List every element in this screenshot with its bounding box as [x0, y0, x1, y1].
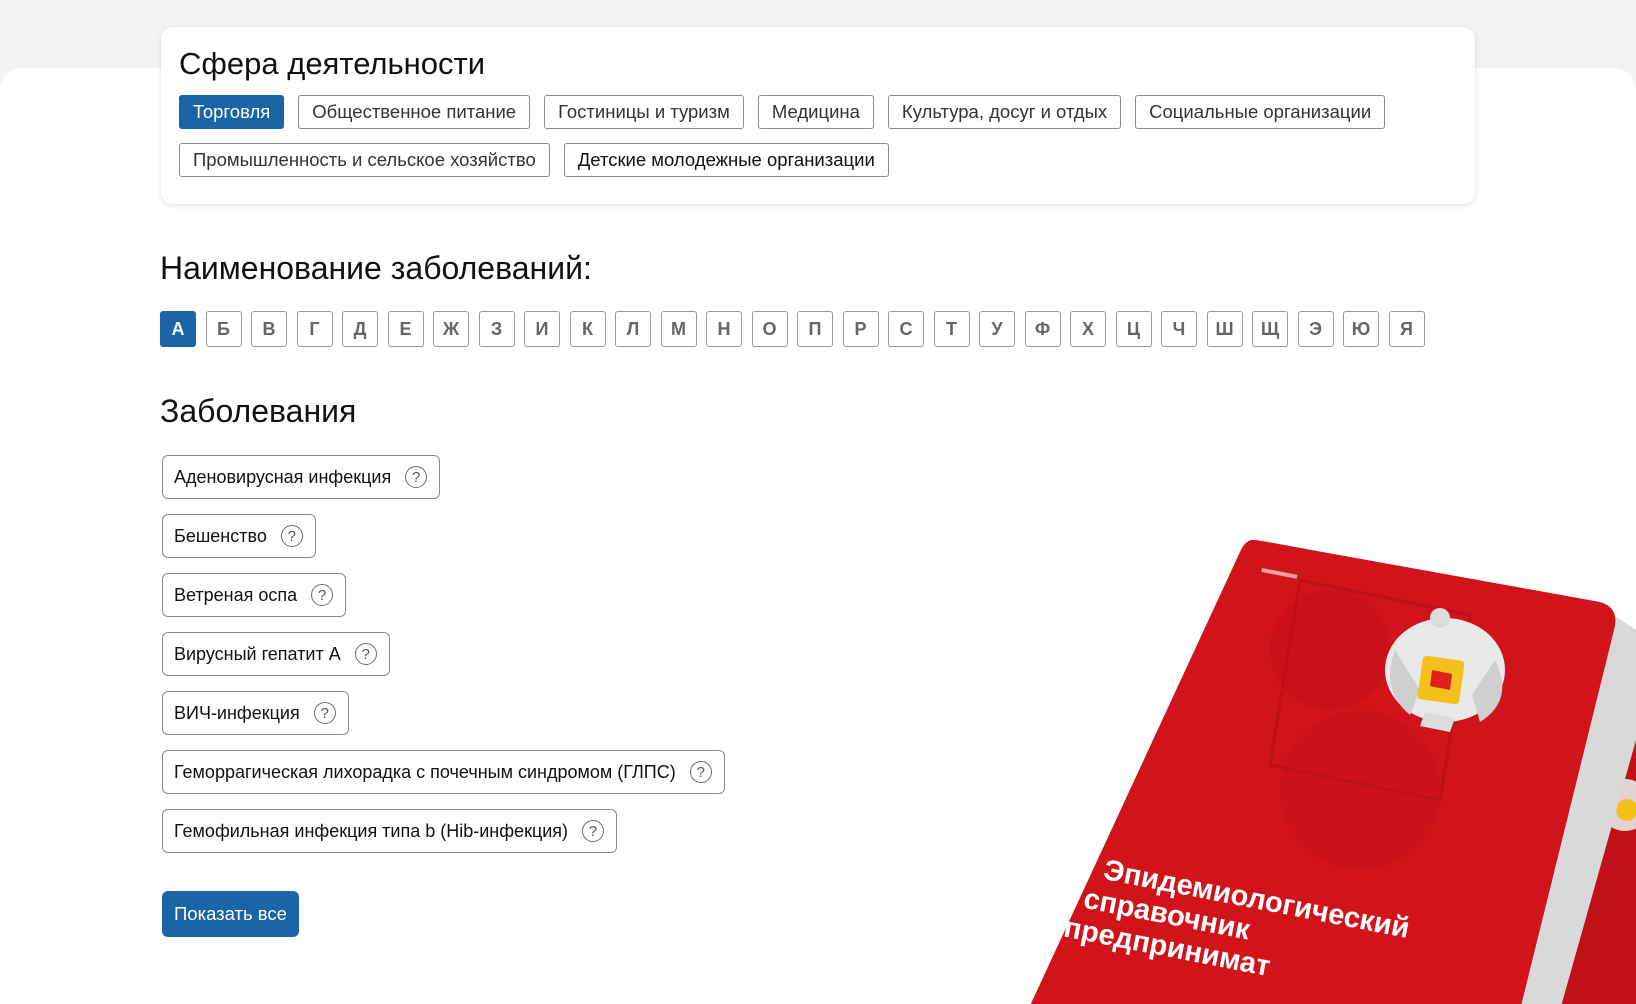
letter-filter-23[interactable]: Ч — [1161, 311, 1197, 347]
letter-filter-6[interactable]: Е — [387, 311, 424, 347]
letter-filter-22[interactable]: Ц — [1115, 311, 1152, 347]
question-circle-icon[interactable]: ? — [313, 702, 336, 724]
disease-item[interactable]: ВИЧ-инфекция? — [162, 691, 349, 735]
letter-filter-5[interactable]: Д — [342, 311, 378, 347]
disease-label: Геморрагическая лихорадка с почечным син… — [174, 761, 676, 782]
letter-filter-3[interactable]: В — [251, 311, 287, 347]
letter-filter-11[interactable]: Л — [615, 311, 651, 347]
letter-filter-21[interactable]: Х — [1070, 311, 1106, 347]
letter-filter-17[interactable]: С — [888, 311, 924, 347]
question-circle-icon[interactable]: ? — [405, 466, 428, 488]
letter-filter-16[interactable]: Р — [842, 311, 879, 347]
activity-sphere-title: Сфера деятельности — [179, 46, 486, 81]
disease-label: Вирусный гепатит А — [174, 643, 341, 664]
disease-item[interactable]: Вирусный гепатит А? — [162, 632, 390, 676]
disease-names-title: Наименование заболеваний: — [160, 250, 592, 286]
disease-list: Аденовирусная инфекция? Бешенство? Ветрена… — [162, 455, 725, 868]
letter-filter-28[interactable]: Я — [1388, 311, 1425, 347]
sphere-filter-culture-leisure[interactable]: Культура, досуг и отдых — [887, 95, 1122, 130]
letter-filter-2[interactable]: Б — [205, 311, 242, 347]
letter-filter-24[interactable]: Ш — [1206, 311, 1243, 347]
letter-filter-19[interactable]: У — [979, 311, 1015, 347]
letter-filter-20[interactable]: Ф — [1024, 311, 1061, 347]
letter-filter-1[interactable]: А — [160, 311, 196, 347]
disease-item[interactable]: Гемофильная инфекция типа b (Hib-инфекци… — [162, 809, 618, 853]
letter-filter-12[interactable]: М — [660, 311, 697, 347]
letter-filter-26[interactable]: Э — [1297, 311, 1334, 347]
disease-label: Аденовирусная инфекция — [174, 466, 392, 487]
sphere-filter-social-organizations[interactable]: Социальные организации — [1135, 95, 1386, 130]
disease-label: Гемофильная инфекция типа b (Hib-инфекци… — [174, 820, 569, 841]
activity-sphere-filters: Торговля Общественное питание Гостиницы … — [179, 95, 1449, 178]
letter-filter-14[interactable]: О — [751, 311, 788, 347]
sphere-filter-hotels-tourism[interactable]: Гостиницы и туризм — [544, 95, 744, 130]
question-circle-icon[interactable]: ? — [311, 584, 334, 606]
alphabet-filter: АБВГДЕЖЗИКЛМНОПРСТУФХЦЧШЩЭЮЯ — [160, 311, 1425, 347]
disease-item[interactable]: Бешенство? — [162, 514, 316, 558]
disease-label: Бешенство — [174, 525, 267, 546]
disease-item[interactable]: Аденовирусная инфекция? — [162, 455, 441, 499]
epidemiology-handbook-image: Эпидемиологический справочник предприним… — [1030, 540, 1636, 1004]
disease-item[interactable]: Ветреная оспа? — [162, 573, 347, 617]
letter-filter-15[interactable]: П — [797, 311, 833, 347]
letter-filter-7[interactable]: Ж — [433, 311, 469, 347]
activity-sphere-card: Сфера деятельности Торговля Общественное… — [161, 27, 1475, 204]
letter-filter-25[interactable]: Щ — [1252, 311, 1288, 347]
sphere-filter-catering[interactable]: Общественное питание — [298, 95, 531, 130]
letter-filter-18[interactable]: Т — [933, 311, 970, 347]
disease-item[interactable]: Геморрагическая лихорадка с почечным син… — [162, 750, 725, 794]
letter-filter-27[interactable]: Ю — [1343, 311, 1379, 347]
disease-label: Ветреная оспа — [174, 584, 298, 605]
sphere-filter-medicine[interactable]: Медицина — [757, 95, 874, 130]
letter-filter-10[interactable]: К — [569, 311, 606, 347]
letter-filter-13[interactable]: Н — [706, 311, 742, 347]
show-all-button[interactable]: Показать все — [162, 891, 299, 937]
diseases-title: Заболевания — [160, 393, 357, 429]
letter-filter-4[interactable]: Г — [296, 311, 333, 347]
letter-filter-8[interactable]: З — [478, 311, 515, 347]
sphere-filter-youth-organizations[interactable]: Детские молодежные организации — [563, 143, 889, 178]
question-circle-icon[interactable]: ? — [689, 761, 712, 783]
question-circle-icon[interactable]: ? — [582, 820, 605, 842]
sphere-filter-trade[interactable]: Торговля — [179, 95, 285, 130]
front-book-cover: Эпидемиологический справочник предприним… — [1030, 540, 1616, 1004]
question-circle-icon[interactable]: ? — [280, 525, 303, 547]
letter-filter-9[interactable]: И — [524, 311, 560, 347]
question-circle-icon[interactable]: ? — [354, 643, 377, 665]
sphere-filter-industry-agriculture[interactable]: Промышленность и сельское хозяйство — [179, 143, 550, 178]
disease-label: ВИЧ-инфекция — [174, 702, 300, 723]
